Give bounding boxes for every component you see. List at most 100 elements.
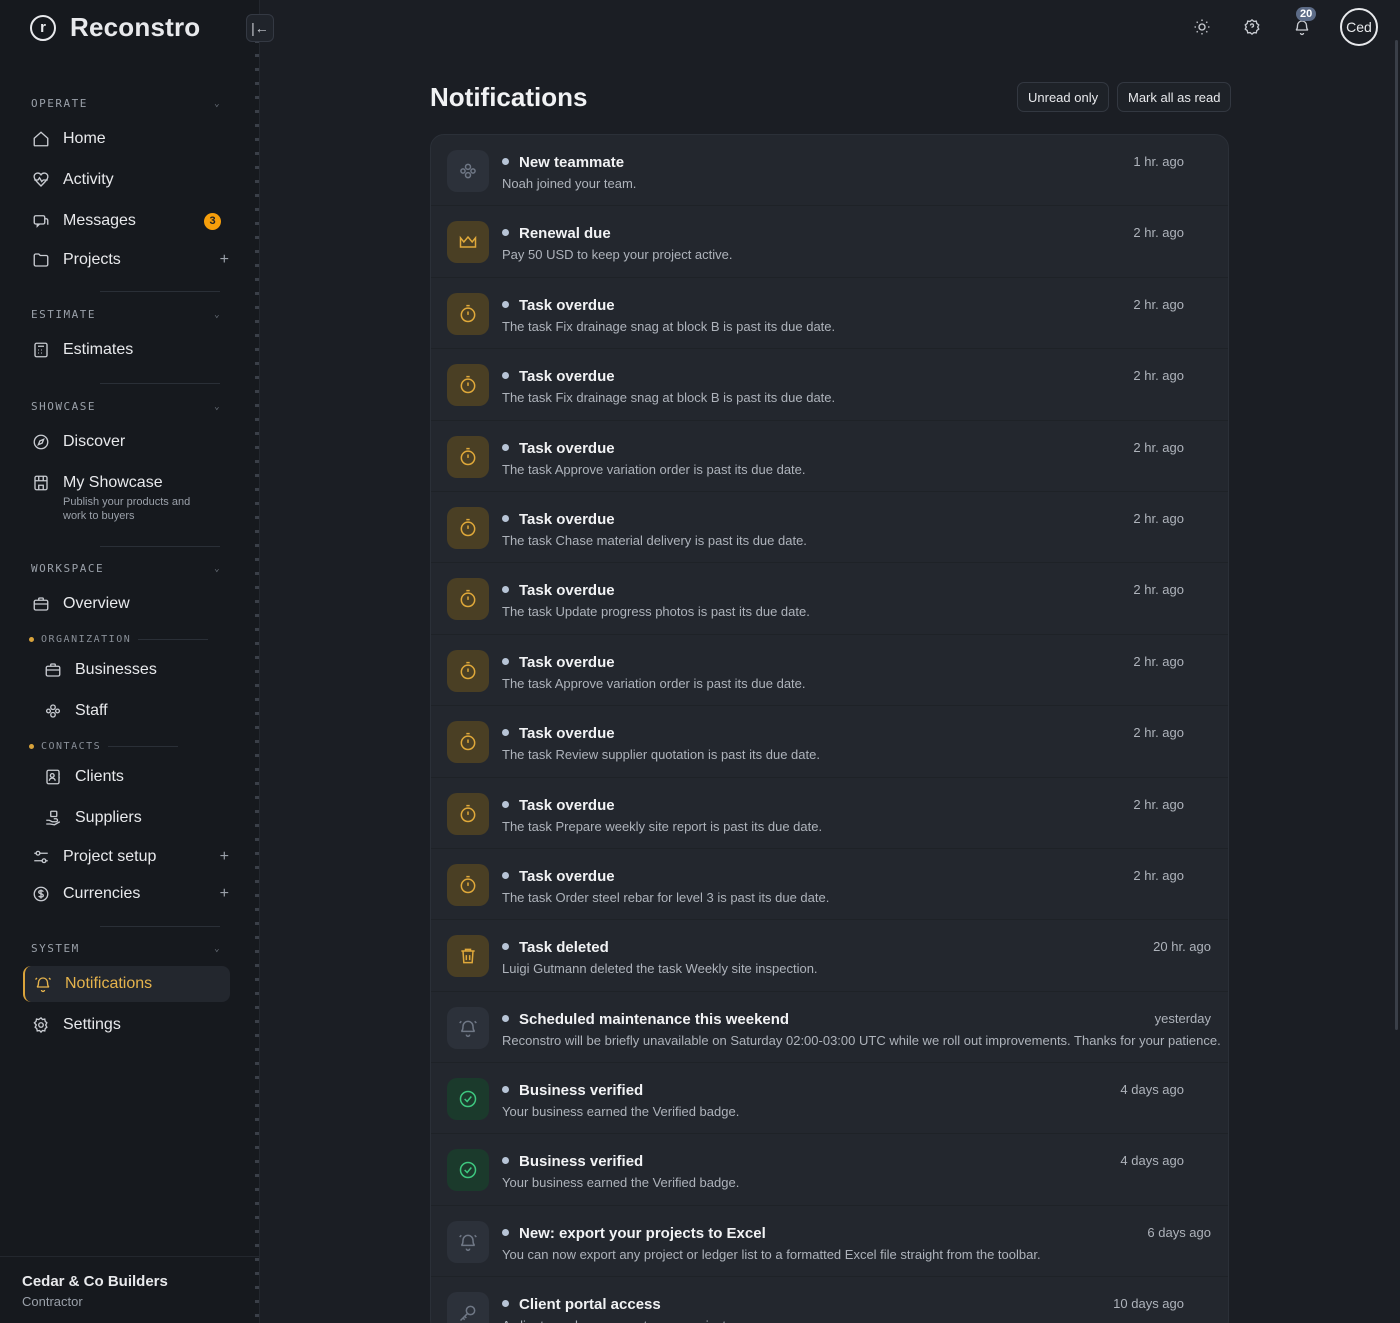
chevron-down-icon: ⌄ <box>214 943 221 954</box>
notification-time: 2 hr. ago <box>1133 653 1184 669</box>
chevron-down-icon: ⌄ <box>214 401 221 412</box>
notification-item[interactable]: Task overdue The task Review supplier quo… <box>431 706 1228 778</box>
contact-card-icon <box>43 767 63 787</box>
workspace-switcher[interactable]: Cedar & Co Builders Contractor <box>0 1256 259 1323</box>
add-project-icon[interactable]: + <box>220 251 229 269</box>
notification-item[interactable]: Task overdue The task Update progress pho… <box>431 563 1228 635</box>
sidebar-item-activity[interactable]: Activity <box>31 170 231 190</box>
notification-body: Noah joined your team. <box>502 176 637 191</box>
sidebar-item-discover[interactable]: Discover <box>31 432 231 452</box>
section-operate[interactable]: OPERATE ⌄ <box>31 97 221 110</box>
subsection-organization: ORGANIZATION <box>29 634 209 645</box>
storefront-icon <box>31 473 51 493</box>
collapse-sidebar-button[interactable]: |← <box>246 14 274 42</box>
notification-title: Scheduled maintenance this weekend <box>519 1010 790 1028</box>
notification-body: Luigi Gutmann deleted the task Weekly si… <box>502 961 818 977</box>
notification-item[interactable]: Task overdue The task Fix drainage snag a… <box>431 278 1228 350</box>
trash-icon <box>447 935 489 978</box>
divider <box>100 546 220 547</box>
sidebar-item-projects[interactable]: Projects + <box>31 250 231 270</box>
notification-item[interactable]: New: export your projects to Excel You ca… <box>431 1206 1228 1278</box>
dollar-circle-icon <box>31 884 51 904</box>
timer-icon <box>447 364 489 407</box>
sidebar-item-label: Clients <box>75 768 124 785</box>
notification-item[interactable]: Task overdue The task Prepare weekly site… <box>431 778 1228 849</box>
logo-icon: r <box>30 14 56 41</box>
brand[interactable]: r Reconstro <box>30 12 200 43</box>
mark-all-read-button[interactable]: Mark all as read <box>1117 82 1232 112</box>
notification-time: 2 hr. ago <box>1133 867 1184 883</box>
section-label: ESTIMATE <box>31 308 96 321</box>
timer-icon <box>447 649 489 692</box>
sidebar-item-my-showcase[interactable]: My Showcase <box>31 473 231 493</box>
add-currency-icon[interactable]: + <box>220 885 229 903</box>
section-showcase[interactable]: SHOWCASE ⌄ <box>31 400 221 413</box>
messages-badge: 3 <box>204 212 221 230</box>
notification-time: 10 days ago <box>1113 1296 1184 1312</box>
notification-title: Business verified <box>519 1153 644 1171</box>
compass-icon <box>31 432 51 452</box>
notification-item[interactable]: Scheduled maintenance this weekend Recons… <box>431 992 1228 1064</box>
notification-item[interactable]: Client portal access A client now has acc… <box>431 1277 1228 1323</box>
notification-item[interactable]: Task deleted Luigi Gutmann deleted the ta… <box>431 920 1228 992</box>
sidebar-item-label: Businesses <box>75 661 157 678</box>
sidebar-item-businesses[interactable]: Businesses <box>43 660 243 680</box>
unread-only-button[interactable]: Unread only <box>1017 82 1110 112</box>
section-estimate[interactable]: ESTIMATE ⌄ <box>31 308 221 321</box>
notification-item[interactable]: New teammate Noah joined your team. 1 hr. … <box>431 135 1228 207</box>
sidebar-item-label: Settings <box>63 1016 121 1033</box>
divider <box>138 639 209 640</box>
help-button[interactable] <box>1240 15 1264 39</box>
check-circle-icon <box>447 1149 489 1192</box>
section-system[interactable]: SYSTEM ⌄ <box>31 942 221 955</box>
briefcase-icon <box>43 660 63 680</box>
notification-item[interactable]: Business verified Your business earned th… <box>431 1134 1228 1206</box>
timer-icon <box>447 792 489 835</box>
avatar[interactable]: Ced <box>1340 8 1378 46</box>
notification-item[interactable]: Task overdue The task Order steel rebar f… <box>431 849 1228 921</box>
sidebar-resize-rail[interactable] <box>255 40 259 1323</box>
notification-body: The task Approve variation order is past… <box>502 461 806 477</box>
notification-time: 2 hr. ago <box>1133 225 1184 241</box>
scrollbar[interactable] <box>1395 40 1398 1030</box>
notification-title: Task overdue <box>519 867 615 885</box>
notifications-button[interactable]: 20 <box>1290 7 1317 39</box>
sidebar-item-estimates[interactable]: Estimates <box>31 340 231 360</box>
bell-icon <box>33 974 53 994</box>
section-workspace[interactable]: WORKSPACE ⌄ <box>31 562 221 575</box>
sidebar-item-label: Estimates <box>63 341 134 358</box>
notification-title: Task overdue <box>519 439 615 457</box>
sidebar-item-label: Projects <box>63 251 121 268</box>
add-project-setup-icon[interactable]: + <box>220 848 229 866</box>
sidebar-item-messages[interactable]: Messages 3 <box>31 211 231 231</box>
app-name: Reconstro <box>70 12 201 42</box>
notification-item[interactable]: Task overdue The task Fix drainage snag a… <box>431 349 1228 421</box>
notification-time: 2 hr. ago <box>1133 725 1184 741</box>
notification-item[interactable]: Business verified Your business earned th… <box>431 1063 1228 1135</box>
notification-title: New teammate <box>519 154 625 171</box>
theme-toggle-button[interactable] <box>1190 15 1214 39</box>
notification-item[interactable]: Renewal due Pay 50 USD to keep your proje… <box>431 206 1228 278</box>
notification-item[interactable]: Task overdue The task Chase material deli… <box>431 492 1228 564</box>
sidebar-item-notifications[interactable]: Notifications <box>23 966 230 1002</box>
subsection-contacts: CONTACTS <box>29 741 179 752</box>
sidebar-item-overview[interactable]: Overview <box>31 594 231 614</box>
sidebar-item-clients[interactable]: Clients <box>43 767 243 787</box>
sidebar-item-home[interactable]: Home <box>31 129 231 149</box>
notification-item[interactable]: Task overdue The task Approve variation o… <box>431 421 1228 492</box>
sidebar-item-suppliers[interactable]: Suppliers <box>43 808 243 828</box>
sidebar-item-staff[interactable]: Staff <box>43 701 243 721</box>
notification-time: 4 days ago <box>1120 1153 1184 1169</box>
help-badge-icon <box>1244 19 1260 35</box>
unread-dot <box>502 443 509 451</box>
notification-item[interactable]: Task overdue The task Approve variation o… <box>431 635 1228 707</box>
notification-body: Your business earned the Verified badge. <box>502 1104 740 1120</box>
section-label: WORKSPACE <box>31 562 105 575</box>
notification-title: Client portal access <box>519 1296 661 1314</box>
sidebar-item-currencies[interactable]: Currencies + <box>31 884 231 904</box>
sidebar-item-project-setup[interactable]: Project setup + <box>31 847 231 867</box>
unread-dot <box>502 300 509 308</box>
notification-body: Your business earned the Verified badge. <box>502 1175 740 1191</box>
notification-body: A client now has access to your projects… <box>502 1318 736 1323</box>
sidebar-item-settings[interactable]: Settings <box>31 1015 231 1035</box>
